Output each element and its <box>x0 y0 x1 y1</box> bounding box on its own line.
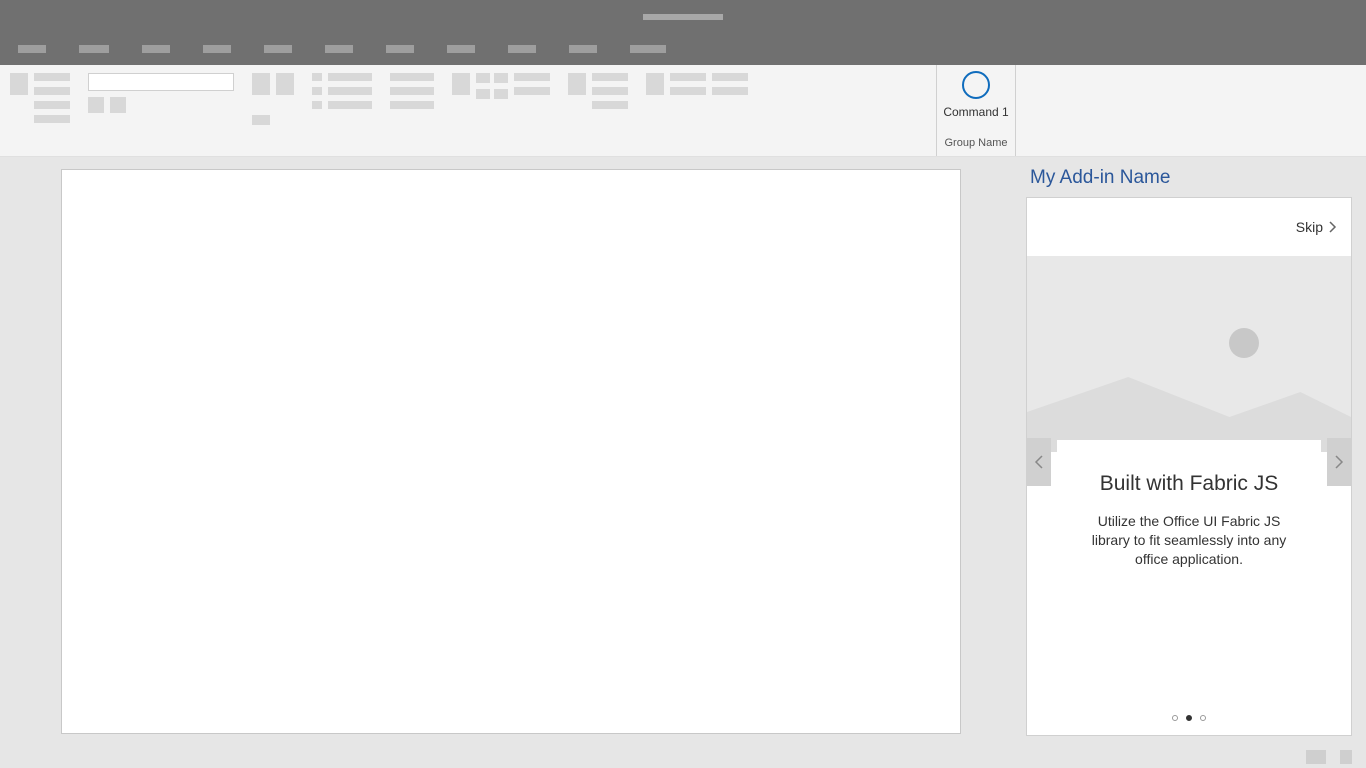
ribbon: Command 1 Group Name <box>0 65 1366 157</box>
ribbon-group <box>312 73 372 156</box>
ribbon-control[interactable] <box>670 73 706 81</box>
command-icon[interactable] <box>962 71 990 99</box>
ribbon-control[interactable] <box>312 87 322 95</box>
skip-button[interactable]: Skip <box>1296 219 1323 235</box>
ribbon-control[interactable] <box>592 87 628 95</box>
menu-item[interactable] <box>569 45 597 53</box>
ribbon-control[interactable] <box>494 73 508 83</box>
mountains-icon <box>1027 362 1351 452</box>
title-placeholder <box>643 14 723 20</box>
chevron-right-icon[interactable] <box>1329 221 1337 233</box>
ribbon-control[interactable] <box>34 73 70 81</box>
ribbon-control[interactable] <box>592 101 628 109</box>
ribbon-group <box>88 73 234 156</box>
task-pane: My Add-in Name Skip Built with Fabric JS… <box>1022 157 1366 746</box>
menu-item[interactable] <box>386 45 414 53</box>
status-bar <box>0 746 1366 768</box>
menu-bar <box>0 33 1366 65</box>
menu-item[interactable] <box>325 45 353 53</box>
group-name-label: Group Name <box>945 137 1008 149</box>
ribbon-control[interactable] <box>110 97 126 113</box>
ribbon-control[interactable] <box>452 73 470 95</box>
ribbon-control[interactable] <box>312 101 322 109</box>
carousel-prev-button[interactable] <box>1027 438 1051 486</box>
card-description: Utilize the Office UI Fabric JS library … <box>1079 512 1299 569</box>
ribbon-control[interactable] <box>252 73 270 95</box>
ribbon-group <box>252 73 294 156</box>
ribbon-control[interactable] <box>312 73 322 81</box>
ribbon-control[interactable] <box>568 73 586 95</box>
workspace: My Add-in Name Skip Built with Fabric JS… <box>0 157 1366 746</box>
ribbon-group <box>646 73 748 156</box>
menu-item[interactable] <box>203 45 231 53</box>
ribbon-groups <box>0 65 936 156</box>
ribbon-control[interactable] <box>10 73 28 95</box>
ribbon-group <box>10 73 70 156</box>
ribbon-control[interactable] <box>34 101 70 109</box>
status-item[interactable] <box>1306 750 1326 764</box>
ribbon-control[interactable] <box>646 73 664 95</box>
ribbon-control[interactable] <box>390 87 434 95</box>
ribbon-group <box>390 73 434 156</box>
menu-item[interactable] <box>264 45 292 53</box>
ribbon-group <box>452 73 550 156</box>
menu-item[interactable] <box>508 45 536 53</box>
ribbon-control[interactable] <box>712 87 748 95</box>
status-item[interactable] <box>1340 750 1352 764</box>
carousel-dot[interactable] <box>1172 715 1178 721</box>
ribbon-control[interactable] <box>494 89 508 99</box>
command-label[interactable]: Command 1 <box>943 105 1008 119</box>
ribbon-control[interactable] <box>390 101 434 109</box>
ribbon-control[interactable] <box>476 89 490 99</box>
menu-item[interactable] <box>18 45 46 53</box>
menu-item[interactable] <box>142 45 170 53</box>
ribbon-control[interactable] <box>514 87 550 95</box>
hero-image <box>1027 256 1351 452</box>
ribbon-control[interactable] <box>670 87 706 95</box>
ribbon-control[interactable] <box>328 73 372 81</box>
carousel-dot[interactable] <box>1186 715 1192 721</box>
menu-item[interactable] <box>630 45 666 53</box>
ribbon-input[interactable] <box>88 73 234 91</box>
carousel: Skip Built with Fabric JS Utilize the Of… <box>1026 197 1352 736</box>
ribbon-control[interactable] <box>276 73 294 95</box>
title-bar <box>0 0 1366 33</box>
ribbon-command-group: Command 1 Group Name <box>936 65 1016 156</box>
menu-item[interactable] <box>79 45 109 53</box>
ribbon-control[interactable] <box>712 73 748 81</box>
ribbon-control[interactable] <box>592 73 628 81</box>
skip-row: Skip <box>1027 198 1351 256</box>
ribbon-control[interactable] <box>514 73 550 81</box>
ribbon-control[interactable] <box>252 115 270 125</box>
carousel-next-button[interactable] <box>1327 438 1351 486</box>
ribbon-control[interactable] <box>328 87 372 95</box>
ribbon-control[interactable] <box>34 87 70 95</box>
carousel-dots <box>1027 715 1351 721</box>
card-title: Built with Fabric JS <box>1079 472 1299 496</box>
ribbon-group <box>568 73 628 156</box>
ribbon-control[interactable] <box>390 73 434 81</box>
carousel-card: Built with Fabric JS Utilize the Office … <box>1057 440 1321 609</box>
ribbon-control[interactable] <box>88 97 104 113</box>
taskpane-title: My Add-in Name <box>1026 167 1352 189</box>
menu-item[interactable] <box>447 45 475 53</box>
document-canvas <box>0 157 1022 746</box>
document-page[interactable] <box>61 169 961 734</box>
sun-icon <box>1229 328 1259 358</box>
carousel-dot[interactable] <box>1200 715 1206 721</box>
ribbon-control[interactable] <box>476 73 490 83</box>
ribbon-control[interactable] <box>328 101 372 109</box>
ribbon-control[interactable] <box>34 115 70 123</box>
